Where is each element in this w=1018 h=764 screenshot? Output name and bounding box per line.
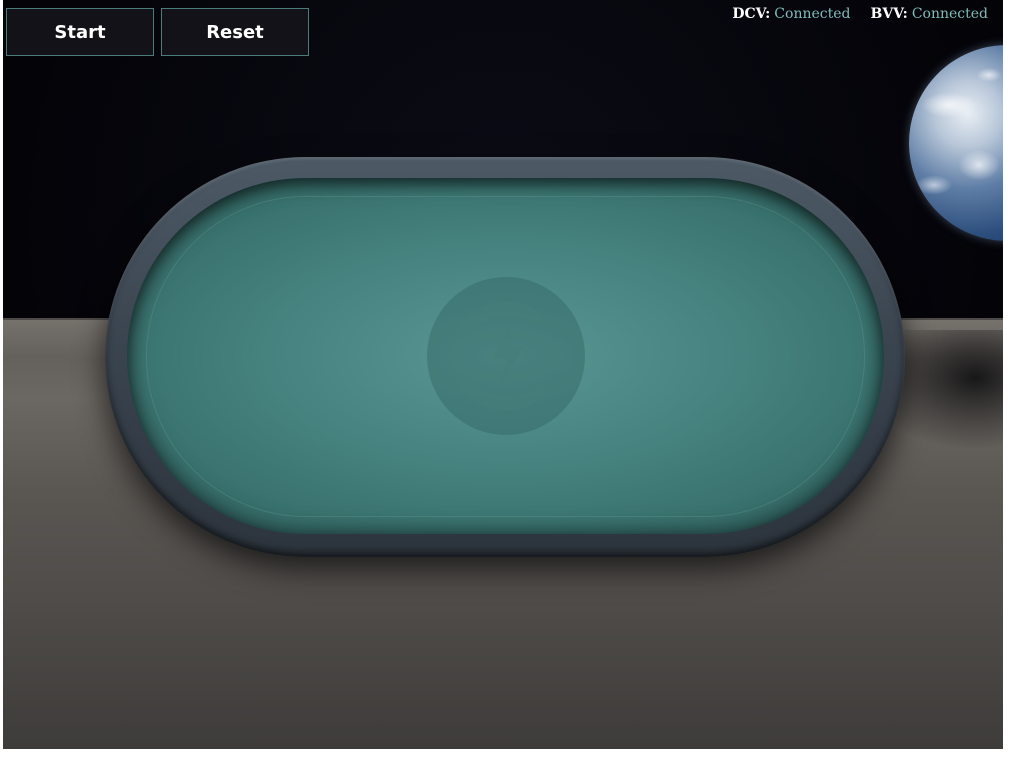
start-button[interactable]: Start bbox=[6, 8, 154, 56]
dcv-status-label: DCV: bbox=[732, 6, 771, 22]
dcv-status: DCV: Connected bbox=[732, 6, 850, 22]
bvv-status-label: BVV: bbox=[870, 6, 908, 22]
reset-button[interactable]: Reset bbox=[161, 8, 309, 56]
game-scene bbox=[3, 0, 1003, 749]
dcv-status-value: Connected bbox=[774, 6, 851, 22]
connection-status-bar: DCV: Connected BVV: Connected bbox=[732, 6, 988, 22]
bvv-status-value: Connected bbox=[911, 6, 988, 22]
lightning-bolt-logo-icon bbox=[451, 301, 561, 411]
table-logo bbox=[427, 277, 585, 435]
bvv-status: BVV: Connected bbox=[870, 6, 988, 22]
